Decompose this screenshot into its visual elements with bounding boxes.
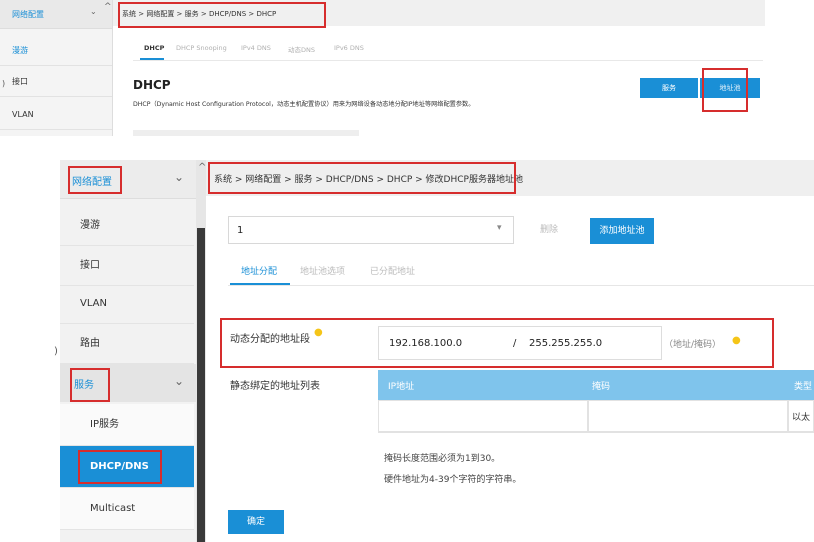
chevron-up-icon[interactable]: ^ (104, 2, 112, 12)
top-service-button-label: 服务 (662, 84, 676, 92)
top-sidebar-marker: ) (2, 79, 6, 88)
bottom-main-panel (206, 196, 814, 542)
top-sidebar-item-interface[interactable]: 接口 (0, 67, 112, 97)
top-content-placeholder (133, 130, 359, 136)
top-sidebar-item-roaming[interactable]: 漫游 (0, 36, 112, 66)
bottom-sidebar-item-routing[interactable]: 路由 (60, 324, 194, 364)
top-sidebar-header[interactable]: 网络配置 ⌄ (0, 0, 112, 29)
static-list-table: IP地址 掩码 类型 以太 (378, 370, 814, 433)
tab-pool-options[interactable]: 地址池选项 (300, 264, 345, 277)
note-hardware-address: 硬件地址为4-39个字符的字符串。 (384, 475, 522, 485)
bottom-sidebar-item-vlan[interactable]: VLAN (60, 284, 194, 324)
pool-select-value: 1 (237, 225, 244, 236)
chevron-up-icon[interactable]: ^ (198, 162, 206, 173)
chevron-down-icon: ⌄ (90, 7, 97, 16)
bottom-breadcrumb-highlight (208, 162, 516, 194)
static-list-cell-type-value: 以太 (792, 413, 811, 423)
confirm-button[interactable]: 确定 (228, 510, 284, 534)
tab-divider (228, 285, 814, 286)
chevron-down-icon: ▾ (497, 223, 502, 233)
top-description: DHCP（Dynamic Host Configuration Protocol… (133, 101, 475, 108)
top-tab-ddns[interactable]: 动态DNS (288, 44, 315, 54)
bottom-sidebar-scrollbar-thumb[interactable] (197, 228, 205, 542)
bottom-sidebar-item-roaming[interactable]: 漫游 (60, 206, 194, 246)
top-tab-dhcp[interactable]: DHCP (144, 44, 164, 52)
top-breadcrumb-highlight (118, 2, 326, 28)
pool-select[interactable]: 1 ▾ (228, 216, 514, 244)
dynamic-range-highlight (220, 318, 774, 368)
top-tab-ipv4-dns[interactable]: IPv4 DNS (241, 44, 271, 52)
bottom-sidebar-item-ip-service[interactable]: IP服务 (60, 404, 194, 446)
bottom-sidebar-item-interface[interactable]: 接口 (60, 246, 194, 286)
static-list-header-type: 类型 (794, 382, 813, 392)
delete-button-label: 删除 (539, 225, 558, 235)
static-list-row[interactable]: 以太 (378, 400, 814, 433)
tab-assigned-addresses[interactable]: 已分配地址 (370, 264, 415, 277)
bottom-sidebar-header-highlight (68, 166, 122, 194)
top-tab-divider (133, 60, 763, 61)
bottom-sidebar-item-multicast[interactable]: Multicast (60, 488, 194, 530)
tab-address-allocation[interactable]: 地址分配 (241, 264, 277, 277)
top-address-pool-highlight (702, 68, 748, 112)
chevron-down-icon: ⌄ (174, 374, 185, 388)
bottom-sidebar-marker: ) (54, 346, 58, 357)
top-section-title: DHCP (133, 78, 171, 92)
add-pool-button-label: 添加地址池 (599, 226, 645, 236)
static-list-label: 静态绑定的地址列表 (230, 381, 320, 392)
bottom-service-highlight (70, 368, 110, 402)
delete-button[interactable]: 删除 (522, 218, 576, 242)
static-list-cell-ip[interactable] (378, 400, 588, 432)
top-tab-ipv6-dns[interactable]: IPv6 DNS (334, 44, 364, 52)
static-list-header-mask: 掩码 (592, 382, 611, 392)
bottom-dhcp-dns-highlight (78, 450, 162, 484)
top-sidebar-header-label: 网络配置 (12, 10, 44, 19)
confirm-button-label: 确定 (246, 517, 265, 527)
top-service-button[interactable]: 服务 (640, 78, 698, 98)
add-pool-button[interactable]: 添加地址池 (590, 218, 654, 244)
static-list-cell-type[interactable]: 以太 (788, 400, 814, 432)
static-list-header-ip: IP地址 (388, 382, 415, 392)
chevron-down-icon: ⌄ (174, 170, 185, 184)
static-list-header-row: IP地址 掩码 类型 (378, 370, 814, 400)
static-list-cell-mask[interactable] (588, 400, 788, 432)
top-sidebar-item-vlan[interactable]: VLAN (0, 100, 112, 130)
top-tab-dhcp-snooping[interactable]: DHCP Snooping (176, 44, 227, 52)
note-mask-length: 掩码长度范围必须为1到30。 (384, 454, 501, 464)
